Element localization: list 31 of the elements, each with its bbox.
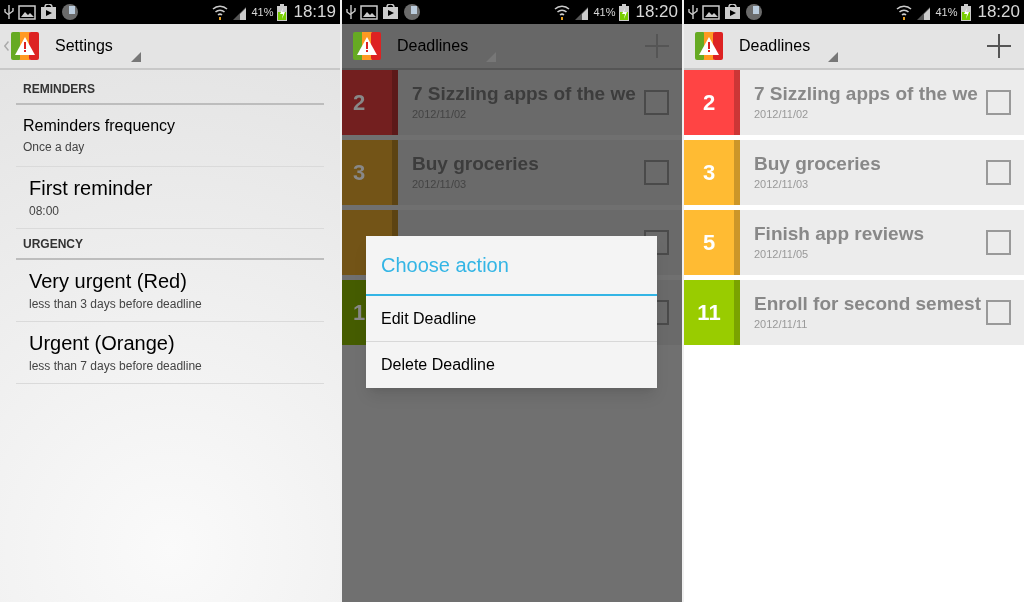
preference-summary: less than 7 days before deadline bbox=[29, 357, 203, 375]
days-left-tile: 5 bbox=[684, 210, 734, 275]
preference-summary: Once a day bbox=[23, 138, 86, 156]
deadline-date: 2012/11/03 bbox=[754, 177, 810, 193]
deadline-title: 7 Sizzling apps of the we bbox=[754, 82, 979, 107]
preference-summary: 08:00 bbox=[29, 202, 61, 220]
clock: 18:20 bbox=[635, 1, 678, 24]
days-left-tile: 3 bbox=[684, 140, 734, 205]
days-left-tile: 3 bbox=[342, 140, 392, 205]
battery-percent: 41% bbox=[251, 4, 274, 20]
deadline-title: Finish app reviews bbox=[754, 222, 925, 247]
preference-summary: less than 3 days before deadline bbox=[29, 295, 203, 313]
preference-title: First reminder bbox=[29, 175, 154, 200]
days-left-tile: 11 bbox=[684, 280, 734, 345]
deadline-title: Buy groceries bbox=[754, 152, 882, 177]
section-header: URGENCY bbox=[16, 229, 324, 260]
deadline-date: 2012/11/05 bbox=[754, 247, 810, 263]
preference-title: Very urgent (Red) bbox=[29, 268, 188, 293]
preference-title: Urgent (Orange) bbox=[29, 330, 176, 355]
clock: 18:19 bbox=[293, 1, 336, 24]
battery-percent: 41% bbox=[935, 4, 958, 20]
section-header: REMINDERS bbox=[16, 74, 324, 105]
preference-title: Reminders frequency bbox=[23, 115, 177, 136]
days-left-tile: 2 bbox=[342, 70, 392, 135]
deadline-date: 2012/11/11 bbox=[754, 317, 809, 333]
deadline-date: 2012/11/02 bbox=[754, 107, 810, 123]
days-left-tile: 2 bbox=[684, 70, 734, 135]
deadline-title: Enroll for second semest bbox=[754, 292, 982, 317]
clock: 18:20 bbox=[977, 1, 1020, 24]
dialog-title: Choose action bbox=[366, 236, 657, 296]
battery-percent: 41% bbox=[593, 4, 616, 20]
